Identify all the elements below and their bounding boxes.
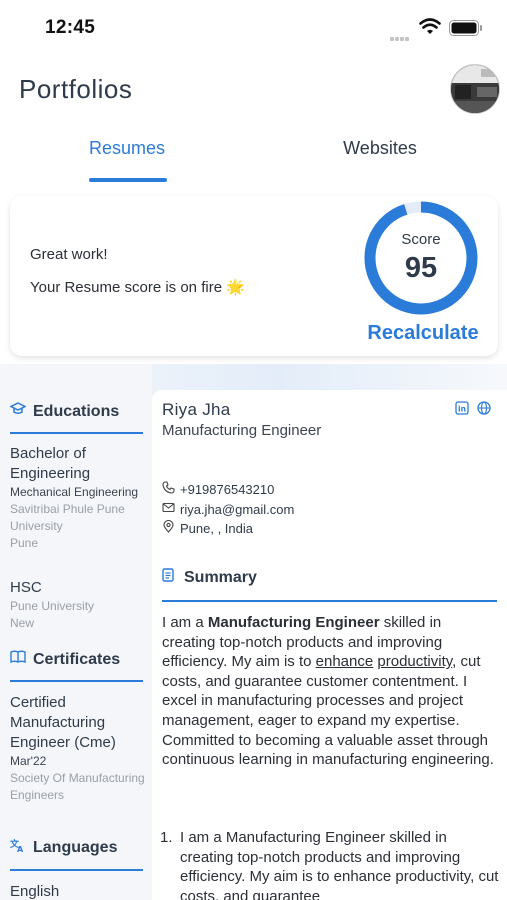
education-entry: HSC Pune University New	[10, 579, 95, 630]
languages-divider	[10, 869, 143, 871]
svg-text:A: A	[17, 845, 24, 852]
score-label: Score	[401, 231, 441, 248]
certificate-entry: Certified Manufacturing Engineer (Cme) M…	[10, 694, 145, 802]
globe-icon[interactable]	[477, 401, 491, 415]
wifi-icon	[419, 18, 441, 34]
linkedin-icon[interactable]: in	[455, 401, 469, 415]
tab-websites[interactable]: Websites	[310, 138, 450, 159]
avatar-image	[451, 65, 499, 113]
summary-list-item: 1. I am a Manufacturing Engineer skilled…	[160, 829, 499, 900]
score-message-subtitle: Your Resume score is on fire 🌟	[30, 279, 245, 296]
resume-left-column: Educations Bachelor of Engineering Mecha…	[0, 364, 152, 900]
educations-divider	[10, 432, 143, 434]
certificates-heading: Certificates	[10, 650, 120, 669]
tab-resumes[interactable]: Resumes	[57, 138, 197, 159]
resume-name: Riya Jha	[162, 400, 231, 419]
active-tab-indicator	[89, 178, 167, 182]
mail-icon	[162, 501, 180, 517]
resume-role: Manufacturing Engineer	[162, 422, 322, 439]
document-icon	[162, 568, 180, 585]
svg-text:in: in	[458, 405, 466, 414]
education-entry: Bachelor of Engineering Mechanical Engin…	[10, 445, 139, 550]
summary-divider	[162, 600, 497, 602]
score-message-title: Great work!	[30, 246, 108, 263]
avatar[interactable]	[450, 64, 500, 114]
status-time: 12:45	[45, 17, 96, 38]
score-value: 95	[404, 252, 438, 284]
certificates-divider	[10, 680, 143, 682]
status-bar: 12:45	[0, 0, 507, 52]
graduation-cap-icon	[9, 402, 28, 419]
signal-icon	[390, 28, 414, 41]
contact-email: riya.jha@gmail.com	[162, 501, 294, 517]
language-entry: English	[10, 883, 60, 900]
contact-location: Pune, , India	[162, 519, 253, 536]
page-title: Portfolios	[19, 74, 133, 104]
contact-phone: +919876543210	[162, 481, 274, 497]
phone-icon	[162, 481, 180, 497]
location-pin-icon	[162, 519, 180, 536]
educations-heading: Educations	[9, 402, 119, 421]
tab-bar: Resumes Websites	[0, 138, 507, 184]
summary-heading: Summary	[162, 568, 257, 587]
resume-preview[interactable]: Educations Bachelor of Engineering Mecha…	[0, 364, 507, 900]
summary-paragraph: I am a Manufacturing Engineer skilled in…	[162, 614, 494, 769]
book-icon	[10, 650, 28, 667]
languages-heading: 文A Languages	[9, 838, 118, 856]
battery-icon	[449, 20, 482, 36]
recalculate-button[interactable]: Recalculate	[365, 322, 481, 345]
translate-icon: 文A	[9, 838, 28, 855]
resume-score-card: Great work! Your Resume score is on fire…	[10, 196, 498, 356]
resume-social-icons: in	[455, 401, 497, 420]
